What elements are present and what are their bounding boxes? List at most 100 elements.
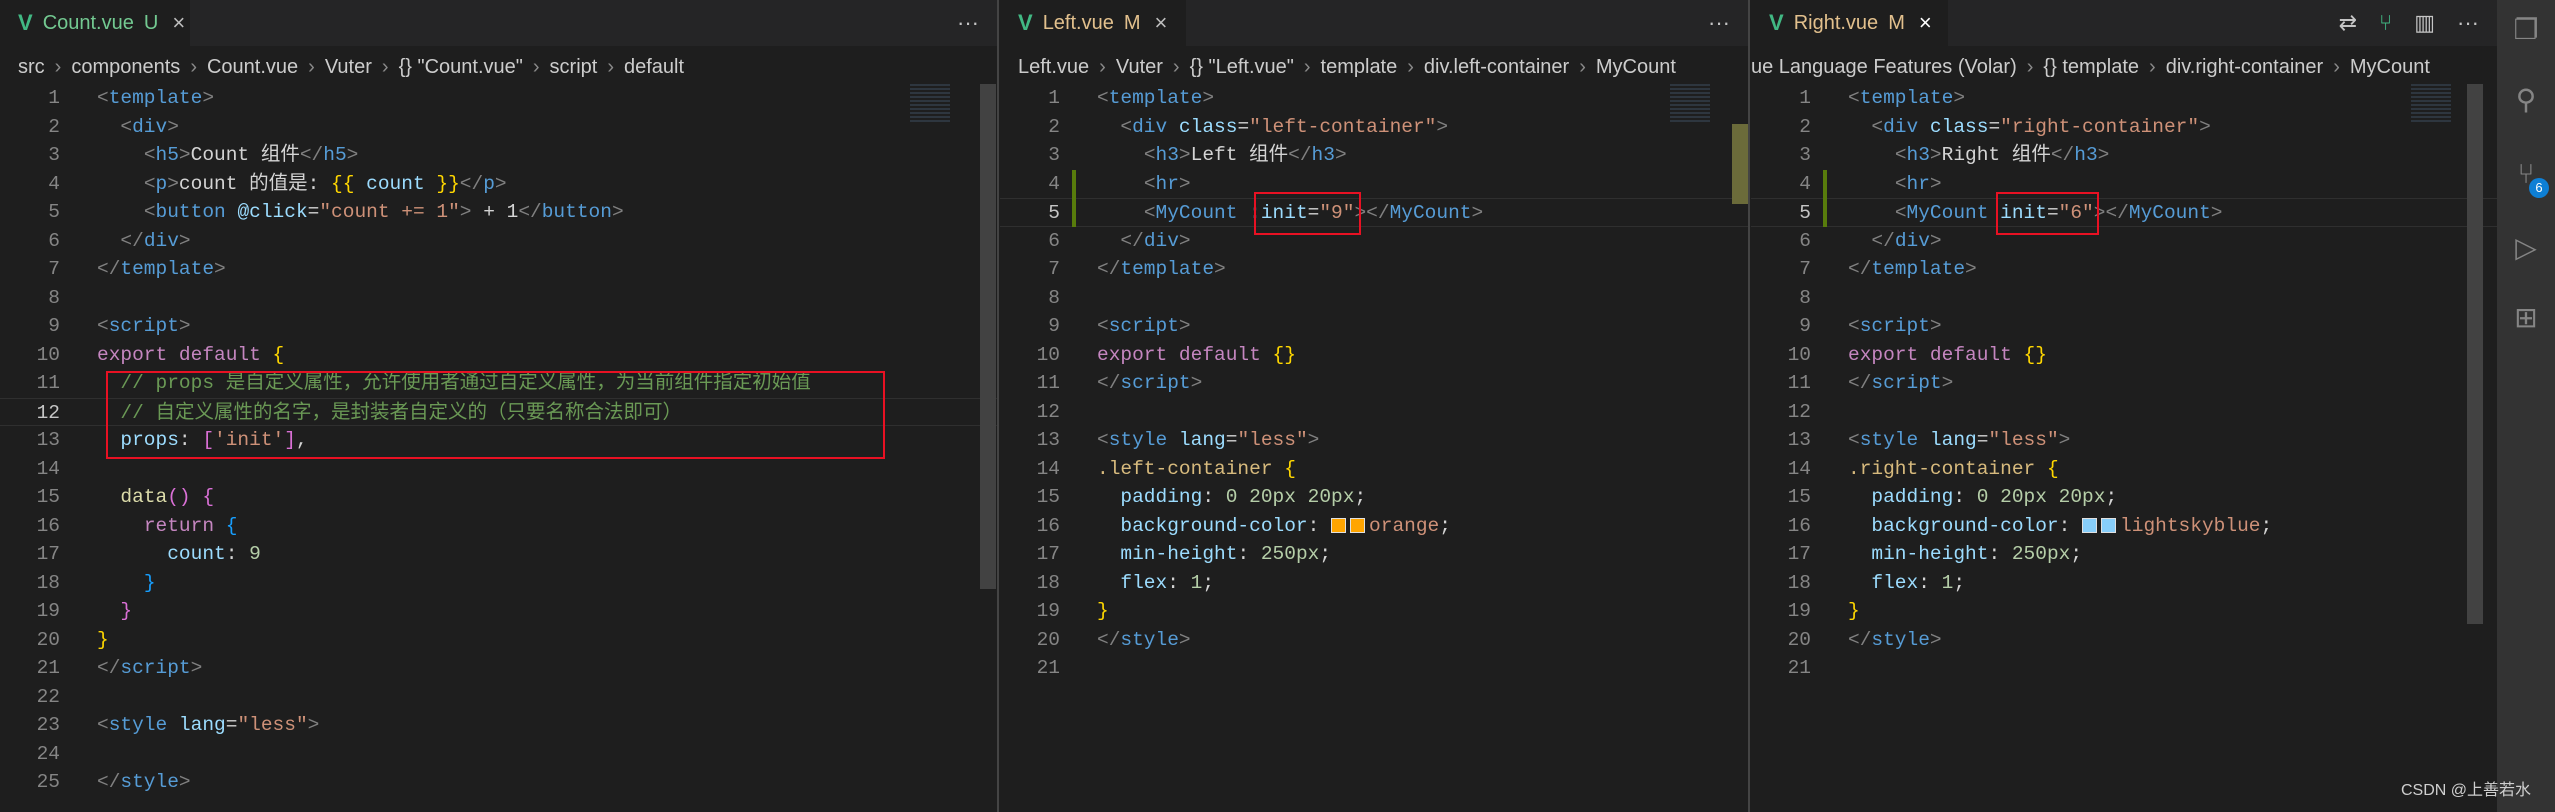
code-line[interactable]: 23 <style lang="less"> <box>0 711 997 740</box>
code-line[interactable]: 3 <h3>Left 组件</h3> <box>1000 141 1748 170</box>
code-line[interactable]: 2 <div> <box>0 113 997 142</box>
code-line[interactable]: 19 } <box>0 597 997 626</box>
code-line[interactable]: 11 </script> <box>1000 369 1748 398</box>
minimap[interactable] <box>1670 84 1710 124</box>
code-line[interactable]: 13 <style lang="less"> <box>1751 426 2497 455</box>
color-swatch[interactable] <box>1331 517 1347 533</box>
code-line[interactable]: 1 <template> <box>0 84 997 113</box>
breadcrumb-item[interactable]: div.right-container <box>2166 56 2323 79</box>
code-line[interactable]: 5 <MyCount :init="9"></MyCount> <box>1000 198 1748 227</box>
code-line[interactable]: 21 <box>1000 654 1748 683</box>
code-line[interactable]: 4 <hr> <box>1000 170 1748 199</box>
code-line[interactable]: 16 return { <box>0 512 997 541</box>
tab-left-vue[interactable]: V Left.vue M × <box>1000 0 1186 46</box>
code-line[interactable]: 13 <style lang="less"> <box>1000 426 1748 455</box>
code-line[interactable]: 14 .left-container { <box>1000 455 1748 484</box>
code-line[interactable]: 14 .right-container { <box>1751 455 2497 484</box>
code-line[interactable]: 7 </template> <box>0 255 997 284</box>
code-line[interactable]: 18 flex: 1; <box>1751 569 2497 598</box>
close-icon[interactable]: × <box>1155 10 1168 36</box>
code-line[interactable]: 18 } <box>0 569 997 598</box>
code-line[interactable]: 9 <script> <box>1751 312 2497 341</box>
breadcrumb-item[interactable]: Count.vue <box>207 56 298 79</box>
code-line[interactable]: 2 <div class="left-container"> <box>1000 113 1748 142</box>
tab-count-vue[interactable]: V Count.vue U × <box>0 0 190 46</box>
code-line[interactable]: 15 padding: 0 20px 20px; <box>1751 483 2497 512</box>
color-swatch[interactable] <box>2101 517 2117 533</box>
scrollbar[interactable] <box>980 84 996 589</box>
code-line[interactable]: 10 export default {} <box>1751 341 2497 370</box>
code-line[interactable]: 17 min-height: 250px; <box>1751 540 2497 569</box>
code-line[interactable]: 22 <box>0 683 997 712</box>
code-line[interactable]: 21 </script> <box>0 654 997 683</box>
code-line[interactable]: 6 </div> <box>1751 227 2497 256</box>
code-line[interactable]: 7 </template> <box>1751 255 2497 284</box>
code-line[interactable]: 6 </div> <box>0 227 997 256</box>
scrollbar[interactable] <box>2467 84 2483 624</box>
code-line[interactable]: 12 <box>1000 398 1748 427</box>
minimap[interactable] <box>910 84 950 124</box>
code-line[interactable]: 24 <box>0 740 997 769</box>
breadcrumb-item[interactable]: template <box>1321 56 1398 79</box>
search-icon[interactable]: ⚲ <box>2510 84 2542 116</box>
explorer-icon[interactable]: ❐ <box>2510 14 2542 46</box>
more-actions-icon[interactable]: ··· <box>957 10 979 36</box>
code-line[interactable]: 7 </template> <box>1000 255 1748 284</box>
breadcrumb-item[interactable]: Left.vue <box>1018 56 1089 79</box>
run-debug-icon[interactable]: ▷ <box>2510 232 2542 264</box>
minimap[interactable] <box>2411 84 2451 124</box>
code-line[interactable]: 8 <box>0 284 997 313</box>
code-line[interactable]: 16 background-color: orange; <box>1000 512 1748 541</box>
code-line[interactable]: 19} <box>1751 597 2497 626</box>
code-line[interactable]: 1 <template> <box>1000 84 1748 113</box>
code-line[interactable]: 9 <script> <box>0 312 997 341</box>
open-changes-icon[interactable]: ⇄ <box>2339 10 2357 36</box>
code-line[interactable]: 10 export default {} <box>1000 341 1748 370</box>
code-line[interactable]: 1 <template> <box>1751 84 2497 113</box>
code-line[interactable]: 10 export default { <box>0 341 997 370</box>
breadcrumb-item[interactable]: MyCount <box>2350 56 2430 79</box>
code-line[interactable]: 4 <p>count 的值是: {{ count }}</p> <box>0 170 997 199</box>
code-line[interactable]: 11 </script> <box>1751 369 2497 398</box>
code-line[interactable]: 2 <div class="right-container"> <box>1751 113 2497 142</box>
code-line[interactable]: 21 <box>1751 654 2497 683</box>
modified-line-indicator[interactable] <box>1072 169 1076 227</box>
more-actions-icon[interactable]: ··· <box>1708 10 1730 36</box>
git-graph-icon[interactable]: ⑂ <box>2379 10 2392 36</box>
code-line[interactable]: 25 </style> <box>0 768 997 797</box>
close-icon[interactable]: × <box>172 10 185 36</box>
color-swatch[interactable] <box>2082 517 2098 533</box>
more-actions-icon[interactable]: ··· <box>2457 10 2479 36</box>
breadcrumb-item[interactable]: {} "Count.vue" <box>399 56 523 79</box>
breadcrumb-item[interactable]: Vuter <box>1116 56 1163 79</box>
code-line[interactable]: 8 <box>1000 284 1748 313</box>
color-swatch[interactable] <box>1350 517 1366 533</box>
breadcrumb-item[interactable]: MyCount <box>1596 56 1676 79</box>
breadcrumb-item[interactable]: Vuter <box>325 56 372 79</box>
breadcrumb-item[interactable]: div.left-container <box>1424 56 1569 79</box>
breadcrumb-item[interactable]: script <box>550 56 598 79</box>
code-line[interactable]: 4 <hr> <box>1751 170 2497 199</box>
extensions-icon[interactable]: ⊞ <box>2510 302 2542 334</box>
breadcrumb-item[interactable]: {} template <box>2043 56 2139 79</box>
tab-right-vue[interactable]: V Right.vue M × <box>1751 0 1948 46</box>
code-line[interactable]: 15 padding: 0 20px 20px; <box>1000 483 1748 512</box>
code-line[interactable]: 3 <h3>Right 组件</h3> <box>1751 141 2497 170</box>
breadcrumb-item[interactable]: default <box>624 56 684 79</box>
close-icon[interactable]: × <box>1919 10 1932 36</box>
code-line[interactable]: 20} <box>0 626 997 655</box>
code-line[interactable]: 5 <button @click="count += 1"> + 1</butt… <box>0 198 997 227</box>
code-line[interactable]: 9 <script> <box>1000 312 1748 341</box>
code-line[interactable]: 17 min-height: 250px; <box>1000 540 1748 569</box>
breadcrumb-item[interactable]: {} "Left.vue" <box>1190 56 1294 79</box>
code-line[interactable]: 12 <box>1751 398 2497 427</box>
breadcrumb-item[interactable]: components <box>71 56 180 79</box>
breadcrumb-item[interactable]: src <box>18 56 45 79</box>
pane-divider[interactable] <box>997 0 999 812</box>
code-line[interactable]: 8 <box>1751 284 2497 313</box>
code-line[interactable]: 6 </div> <box>1000 227 1748 256</box>
breadcrumb-item[interactable]: ue Language Features (Volar) <box>1751 56 2017 79</box>
split-editor-icon[interactable]: ▥ <box>2414 10 2435 36</box>
pane-divider[interactable] <box>1748 0 1750 812</box>
code-line[interactable]: 3 <h5>Count 组件</h5> <box>0 141 997 170</box>
